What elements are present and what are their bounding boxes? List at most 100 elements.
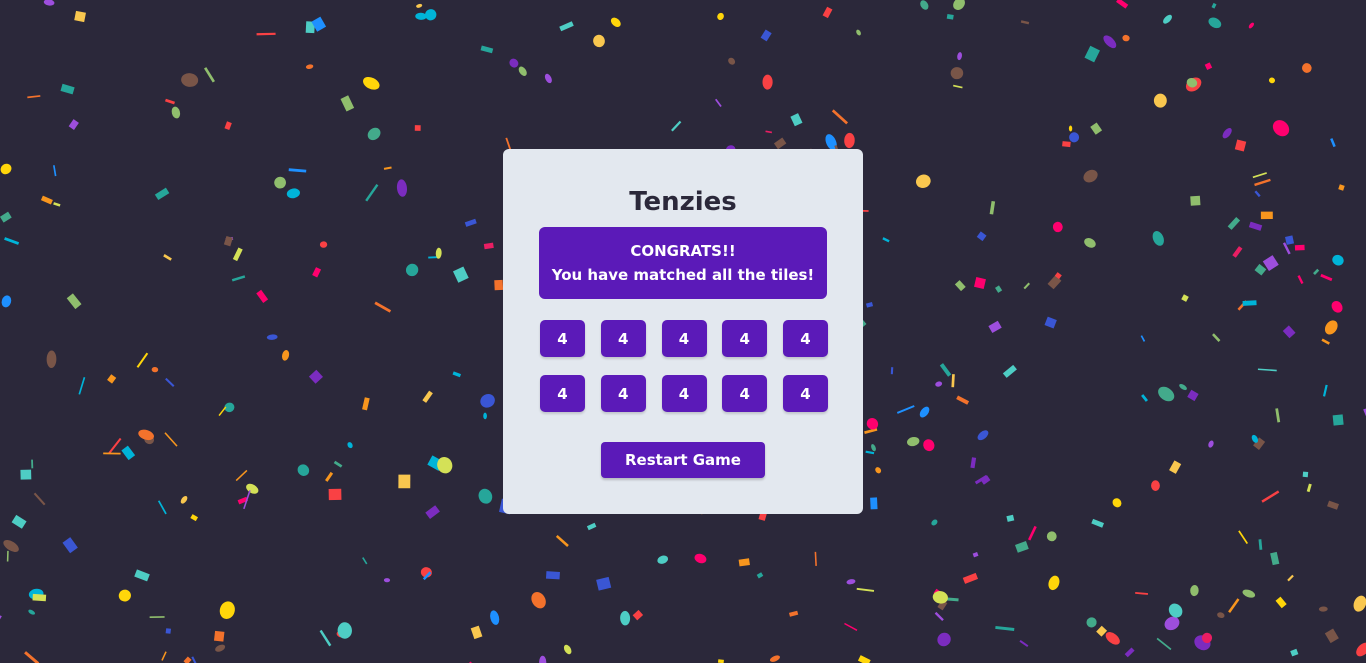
confetti-piece	[286, 188, 300, 199]
die-7[interactable]: 4	[600, 375, 646, 412]
confetti-piece	[1020, 20, 1030, 25]
confetti-piece	[864, 427, 878, 434]
confetti-piece	[1324, 628, 1339, 644]
confetti-piece	[694, 553, 707, 564]
confetti-piece	[0, 615, 2, 620]
confetti-piece	[1327, 500, 1339, 510]
confetti-piece	[1331, 300, 1343, 313]
page-title: Tenzies	[629, 187, 737, 217]
confetti-piece	[962, 572, 979, 584]
confetti-piece	[180, 495, 188, 504]
confetti-piece	[1254, 190, 1261, 198]
confetti-piece	[223, 235, 233, 247]
confetti-piece	[957, 52, 962, 61]
confetti-piece	[365, 184, 379, 202]
restart-game-button[interactable]: Restart Game	[601, 442, 765, 478]
confetti-piece	[1185, 77, 1202, 92]
die-2[interactable]: 4	[600, 320, 646, 357]
congrats-banner: CONGRATS!! You have matched all the tile…	[539, 227, 827, 299]
confetti-piece	[1084, 238, 1096, 248]
die-4[interactable]: 4	[722, 320, 768, 357]
confetti-piece	[452, 266, 469, 283]
die-9[interactable]: 4	[722, 375, 768, 412]
confetti-piece	[919, 406, 930, 418]
confetti-piece	[1135, 591, 1149, 595]
confetti-piece	[865, 450, 875, 455]
confetti-piece	[224, 402, 235, 413]
confetti-piece	[43, 0, 55, 6]
confetti-piece	[11, 514, 27, 529]
confetti-piece	[78, 377, 86, 395]
confetti-piece	[1297, 275, 1304, 285]
die-1[interactable]: 4	[540, 320, 585, 357]
confetti-piece	[237, 496, 248, 505]
confetti-piece	[311, 16, 327, 32]
confetti-piece	[1048, 575, 1060, 591]
confetti-piece	[483, 242, 494, 250]
confetti-piece	[427, 455, 444, 471]
die-5[interactable]: 4	[783, 320, 828, 357]
confetti-piece	[183, 656, 192, 663]
confetti-piece	[915, 174, 931, 188]
confetti-piece	[951, 374, 955, 388]
die-10[interactable]: 4	[783, 375, 828, 412]
confetti-piece	[1046, 531, 1057, 542]
confetti-piece	[24, 651, 40, 663]
die-3[interactable]: 4	[661, 320, 707, 357]
confetti-piece	[144, 434, 155, 445]
confetti-piece	[923, 439, 935, 452]
confetti-piece	[362, 397, 370, 411]
confetti-piece	[563, 644, 572, 655]
confetti-piece	[215, 644, 226, 652]
confetti-piece	[308, 369, 323, 384]
confetti-piece	[822, 6, 833, 19]
confetti-piece	[435, 247, 442, 259]
confetti-piece	[274, 176, 286, 189]
confetti-piece	[1242, 589, 1256, 598]
confetti-piece	[728, 57, 736, 65]
die-8[interactable]: 4	[661, 375, 707, 412]
confetti-piece	[545, 571, 560, 580]
confetti-piece	[62, 537, 78, 554]
confetti-piece	[405, 263, 419, 277]
confetti-piece	[1320, 273, 1333, 282]
confetti-piece	[539, 655, 547, 663]
confetti-piece	[932, 591, 948, 604]
confetti-piece	[422, 390, 433, 403]
confetti-piece	[1261, 490, 1280, 503]
confetti-piece	[1105, 632, 1120, 645]
confetti-piece	[319, 241, 328, 248]
confetti-piece	[1217, 612, 1225, 619]
confetti-piece	[425, 9, 437, 21]
confetti-piece	[325, 471, 334, 482]
confetti-piece	[950, 67, 964, 80]
confetti-piece	[1318, 606, 1328, 612]
confetti-piece	[760, 29, 772, 42]
confetti-piece	[1054, 272, 1062, 280]
confetti-piece	[977, 430, 989, 441]
confetti-piece	[1168, 603, 1183, 618]
confetti-piece	[1122, 34, 1130, 42]
confetti-piece	[856, 587, 875, 592]
confetti-piece	[1232, 246, 1243, 258]
confetti-piece	[478, 488, 493, 504]
confetti-piece	[452, 371, 462, 378]
confetti-piece	[1254, 263, 1267, 276]
confetti-piece	[383, 166, 392, 170]
confetti-piece	[0, 163, 12, 175]
confetti-piece	[107, 374, 117, 384]
confetti-piece	[32, 593, 47, 602]
confetti-piece	[1208, 17, 1222, 29]
confetti-piece	[1324, 320, 1338, 335]
confetti-piece	[995, 285, 1003, 293]
confetti-piece	[68, 119, 79, 130]
confetti-piece	[1091, 518, 1105, 528]
confetti-piece	[1260, 211, 1273, 220]
confetti-piece	[1254, 178, 1271, 187]
confetti-piece	[1187, 389, 1199, 402]
confetti-piece	[1238, 530, 1249, 545]
confetti-piece	[1152, 231, 1164, 246]
die-6[interactable]: 4	[540, 375, 585, 412]
confetti-piece	[53, 202, 61, 207]
confetti-piece	[1116, 0, 1129, 9]
